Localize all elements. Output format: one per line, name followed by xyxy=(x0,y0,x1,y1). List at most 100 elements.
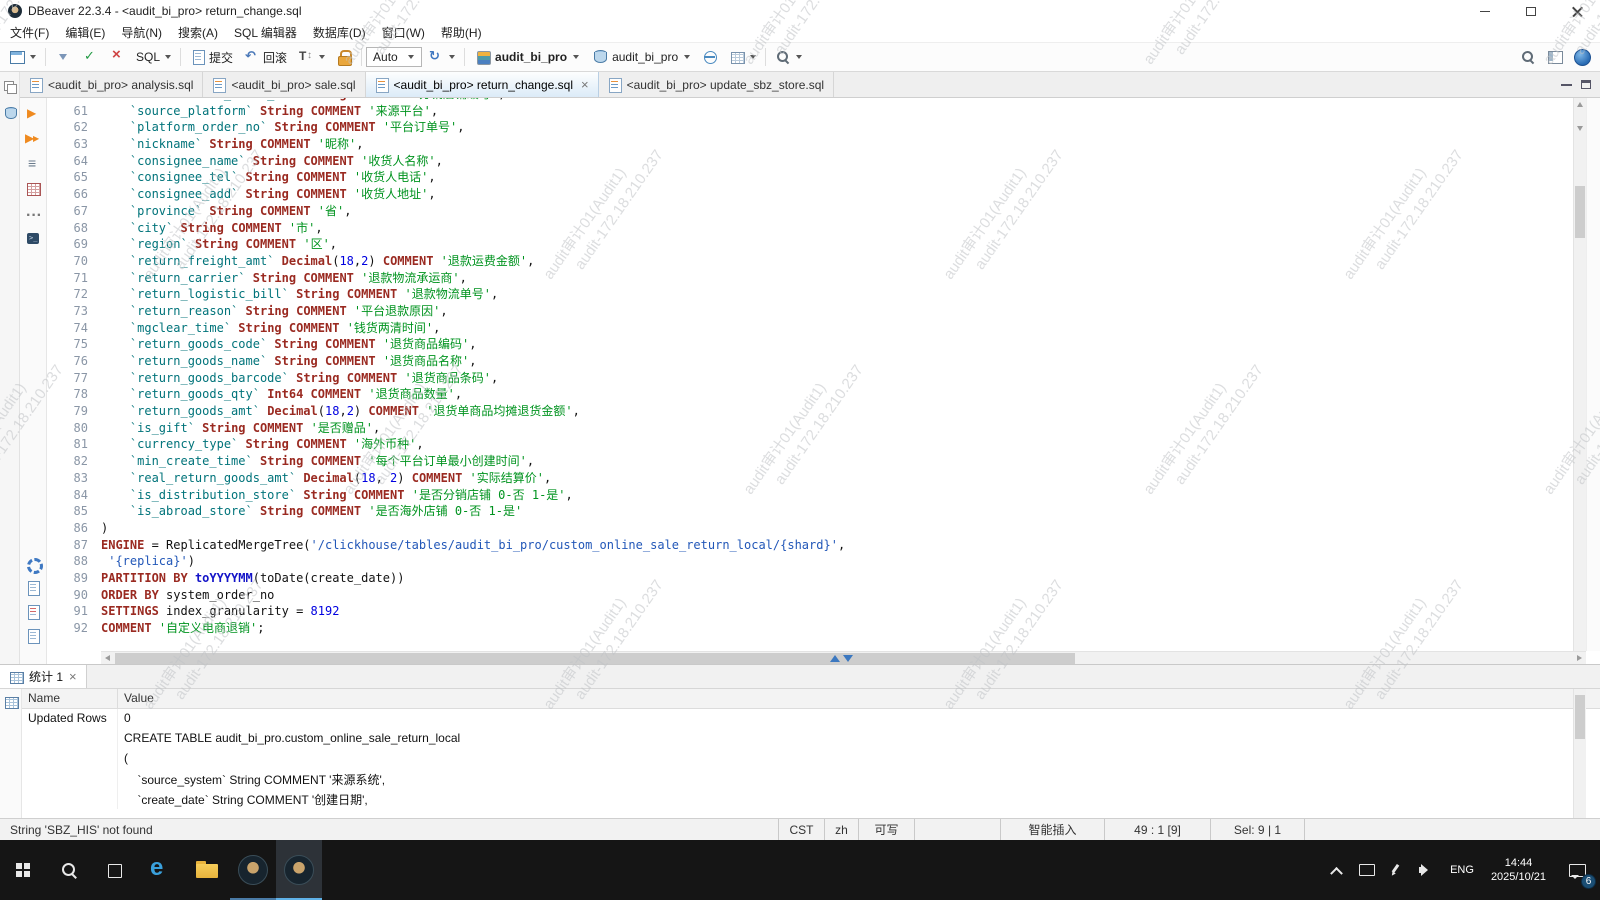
maximize-editor-icon[interactable] xyxy=(1581,80,1591,89)
taskbar-search-button[interactable] xyxy=(46,840,92,900)
menu-item-8[interactable]: 帮助(H) xyxy=(433,22,490,43)
code-line[interactable]: `return_logistic_bill` String COMMENT '退… xyxy=(101,286,1572,303)
stats-row[interactable]: CREATE TABLE audit_bi_pro.custom_online_… xyxy=(22,729,1600,749)
task-view-button[interactable] xyxy=(92,840,138,900)
network-button[interactable] xyxy=(697,46,723,68)
stats-value-cell[interactable]: `source_system` String COMMENT '来源系统', xyxy=(118,769,1600,789)
code-line[interactable]: `city` String COMMENT '市', xyxy=(101,220,1572,237)
start-button[interactable] xyxy=(0,840,46,900)
code-line[interactable]: `source_platform` String COMMENT '来源平台', xyxy=(101,103,1572,120)
minimize-button[interactable] xyxy=(1462,0,1508,22)
stats-name-cell[interactable] xyxy=(22,749,118,769)
code-line[interactable]: `nickname` String COMMENT '昵称', xyxy=(101,136,1572,153)
stats-value-cell[interactable]: 0 xyxy=(118,709,1600,729)
more-actions-icon[interactable] xyxy=(25,206,41,222)
code-line[interactable]: ENGINE = ReplicatedMergeTree('/clickhous… xyxy=(101,537,1572,554)
code-line[interactable]: `return_carrier` String COMMENT '退款物流承运商… xyxy=(101,270,1572,287)
stats-value-cell[interactable]: CREATE TABLE audit_bi_pro.custom_online_… xyxy=(118,729,1600,749)
statistics-tab[interactable]: 统计 1 × xyxy=(0,665,87,688)
maximize-button[interactable] xyxy=(1508,0,1554,22)
dbeaver-taskbar-button-active[interactable] xyxy=(276,840,322,900)
database-navigator-icon[interactable] xyxy=(3,106,17,120)
explain-plan-icon[interactable] xyxy=(25,156,41,172)
file-explorer-button[interactable] xyxy=(184,840,230,900)
scroll-left-icon[interactable] xyxy=(101,652,114,665)
sql-editor[interactable]: 6061626364656667686970717273747576777879… xyxy=(47,98,1600,664)
editor-tab-3[interactable]: <audit_bi_pro> return_change.sql× xyxy=(366,72,599,97)
language-indicator[interactable]: ENG xyxy=(1441,840,1483,900)
code-line[interactable]: '{replica}') xyxy=(101,553,1572,570)
stats-row[interactable]: `source_system` String COMMENT '来源系统', xyxy=(22,769,1600,789)
menu-item-4[interactable]: 搜索(A) xyxy=(170,22,226,43)
results-grid-dropdown[interactable] xyxy=(724,46,761,68)
scroll-right-icon[interactable] xyxy=(1573,652,1586,665)
action-center-button[interactable]: 6 xyxy=(1554,840,1600,900)
stats-row[interactable]: `create_date` String COMMENT '创建日期', xyxy=(22,789,1600,809)
code-line[interactable]: `return_reason` String COMMENT '平台退款原因', xyxy=(101,303,1572,320)
code-line[interactable]: `return_goods_code` String COMMENT '退货商品… xyxy=(101,336,1572,353)
stats-name-cell[interactable] xyxy=(22,789,118,809)
code-line[interactable]: `is_distribution_store` String COMMENT '… xyxy=(101,487,1572,504)
code-line[interactable]: `real_return_goods_amt` Decimal(18, 2) C… xyxy=(101,470,1572,487)
commit-icon-button[interactable] xyxy=(77,46,103,68)
quick-search-button[interactable] xyxy=(1515,46,1541,68)
code-area[interactable]: `distribution_store_no` String COMMENT '… xyxy=(101,98,1572,664)
menu-item-3[interactable]: 导航(N) xyxy=(113,22,170,43)
code-line[interactable]: `mgclear_time` String COMMENT '钱货两清时间', xyxy=(101,320,1572,337)
tab-close-icon[interactable]: × xyxy=(581,78,589,91)
tray-volume-button[interactable] xyxy=(1411,840,1441,900)
code-line[interactable]: `return_goods_amt` Decimal(18,2) COMMENT… xyxy=(101,403,1572,420)
editor-tab-4[interactable]: <audit_bi_pro> update_sbz_store.sql xyxy=(599,72,834,97)
code-line[interactable]: COMMENT '自定义电商退销'; xyxy=(101,620,1572,637)
tab-close-icon[interactable]: × xyxy=(69,670,77,683)
code-line[interactable]: `return_goods_barcode` String COMMENT '退… xyxy=(101,370,1572,387)
settings-gear-icon[interactable] xyxy=(25,556,41,572)
code-line[interactable]: `min_create_time` String COMMENT '每个平台订单… xyxy=(101,453,1572,470)
value-column-header[interactable]: Value xyxy=(118,689,1600,708)
vertical-scrollbar[interactable] xyxy=(1573,98,1586,651)
code-line[interactable]: `platform_order_no` String COMMENT '平台订单… xyxy=(101,119,1572,136)
sash-down-icon[interactable] xyxy=(843,655,853,662)
code-line[interactable]: ) xyxy=(101,520,1572,537)
connection-selector[interactable]: audit_bi_pro xyxy=(469,47,585,67)
code-line[interactable]: `province` String COMMENT '省', xyxy=(101,203,1572,220)
code-line[interactable]: ORDER BY system_order_no xyxy=(101,587,1572,604)
pending-transactions-button[interactable] xyxy=(50,46,76,68)
stats-row[interactable]: ( xyxy=(22,749,1600,769)
code-line[interactable]: `consignee_tel` String COMMENT '收货人电话', xyxy=(101,169,1572,186)
stats-row[interactable]: Updated Rows0 xyxy=(22,709,1600,729)
dbeaver-badge-button[interactable] xyxy=(1569,46,1596,69)
rollback-button[interactable]: 回滚 xyxy=(239,46,292,69)
stats-name-cell[interactable]: Updated Rows xyxy=(22,709,118,729)
code-line[interactable]: `region` String COMMENT '区', xyxy=(101,236,1572,253)
scroll-up-icon[interactable] xyxy=(1574,98,1590,114)
stats-value-cell[interactable]: `create_date` String COMMENT '创建日期', xyxy=(118,789,1600,809)
scroll-down-icon[interactable] xyxy=(1574,119,1590,135)
code-line[interactable]: `consignee_add` String COMMENT '收货人地址', xyxy=(101,186,1572,203)
autocommit-select[interactable]: Auto xyxy=(366,47,422,67)
vertical-scrollbar-thumb[interactable] xyxy=(1575,186,1585,238)
menu-item-7[interactable]: 窗口(W) xyxy=(374,22,433,43)
commit-button[interactable]: 提交 xyxy=(185,46,238,69)
execute-statement-icon[interactable] xyxy=(25,106,41,122)
tray-expand-button[interactable] xyxy=(1321,840,1351,900)
minimize-editor-icon[interactable] xyxy=(1561,84,1572,86)
code-line[interactable]: `return_freight_amt` Decimal(18,2) COMME… xyxy=(101,253,1572,270)
code-line[interactable]: SETTINGS index_granularity = 8192 xyxy=(101,603,1572,620)
rollback-icon-button[interactable] xyxy=(104,46,130,68)
stats-name-cell[interactable] xyxy=(22,769,118,789)
search-dropdown[interactable] xyxy=(770,46,807,68)
code-line[interactable]: PARTITION BY toYYYYMM(toDate(create_date… xyxy=(101,570,1572,587)
dbeaver-taskbar-button[interactable] xyxy=(230,840,276,900)
code-line[interactable]: `return_goods_qty` Int64 COMMENT '退货商品数量… xyxy=(101,386,1572,403)
code-line[interactable]: `return_goods_name` String COMMENT '退货商品… xyxy=(101,353,1572,370)
menu-item-2[interactable]: 编辑(E) xyxy=(57,22,113,43)
menu-item-6[interactable]: 数据库(D) xyxy=(305,22,374,43)
stats-value-cell[interactable]: ( xyxy=(118,749,1600,769)
result-grid-icon[interactable] xyxy=(25,181,41,197)
schema-selector[interactable]: audit_bi_pro xyxy=(586,47,696,67)
query-log-icon[interactable] xyxy=(25,628,41,644)
tray-pen-button[interactable] xyxy=(1381,840,1411,900)
menu-item-1[interactable]: 文件(F) xyxy=(2,22,57,43)
sash-up-icon[interactable] xyxy=(830,655,840,662)
